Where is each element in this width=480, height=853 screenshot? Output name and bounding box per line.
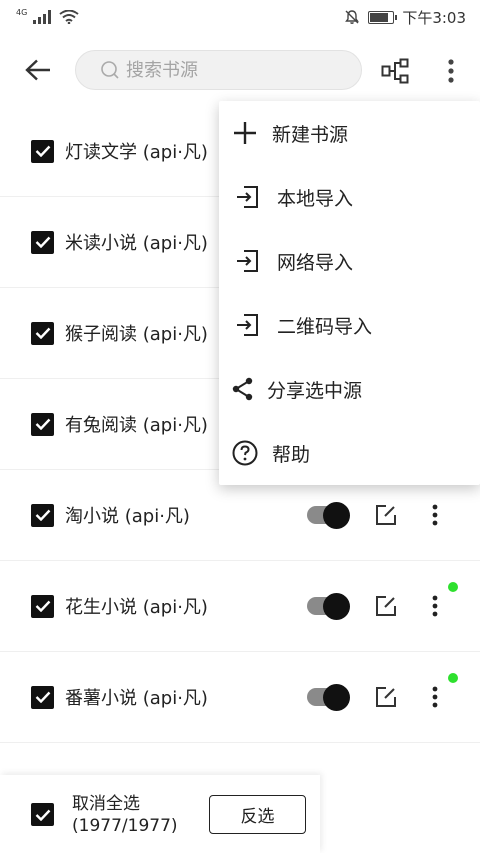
top-app-bar [0, 34, 480, 106]
status-left: 4G [16, 7, 79, 24]
check-icon [35, 809, 50, 821]
source-enable-switch[interactable] [307, 500, 351, 530]
share-icon [230, 376, 256, 402]
network-type: 4G [16, 7, 28, 17]
source-checkbox[interactable] [31, 321, 54, 345]
check-icon [35, 691, 50, 703]
selection-count: (1977/1977) [72, 816, 178, 836]
source-name: 灯读文学 (api·凡) [65, 142, 208, 163]
edit-icon[interactable] [374, 685, 398, 709]
edit-icon[interactable] [374, 503, 398, 527]
source-enable-switch[interactable] [307, 682, 351, 712]
import-icon [234, 184, 260, 210]
switch-thumb [323, 684, 350, 711]
source-checkbox[interactable] [31, 139, 54, 163]
check-icon [35, 145, 50, 157]
menu-item-network-import[interactable]: 网络导入 [219, 229, 480, 293]
menu-label: 帮助 [272, 443, 311, 466]
search-icon [101, 61, 119, 79]
menu-label: 网络导入 [277, 251, 354, 274]
status-dot [448, 582, 458, 592]
menu-item-qrcode-import[interactable]: 二维码导入 [219, 293, 480, 357]
plus-icon [232, 120, 258, 146]
import-icon [234, 312, 260, 338]
source-more-button[interactable] [425, 501, 445, 529]
help-icon [232, 440, 258, 466]
mute-bell-icon [345, 10, 360, 24]
more-vertical-icon [432, 595, 438, 617]
check-icon [35, 327, 50, 339]
source-more-button[interactable] [425, 683, 445, 711]
more-vertical-icon [432, 686, 438, 708]
edit-icon[interactable] [374, 594, 398, 618]
menu-item-share-selected[interactable]: 分享选中源 [219, 357, 480, 421]
status-time: 下午3:03 [402, 8, 466, 27]
select-all-checkbox[interactable] [31, 803, 54, 826]
search-box[interactable] [75, 50, 362, 90]
check-icon [35, 509, 50, 521]
switch-thumb [323, 502, 350, 529]
source-checkbox[interactable] [31, 230, 54, 254]
status-right: 下午3:03 [344, 7, 466, 28]
menu-item-new-source[interactable]: 新建书源 [219, 101, 480, 165]
group-tree-icon [381, 58, 409, 84]
source-name: 猴子阅读 (api·凡) [65, 324, 208, 345]
source-name: 番薯小说 (api·凡) [65, 688, 208, 709]
arrow-left-icon [25, 59, 50, 81]
import-icon [234, 248, 260, 274]
status-dot [448, 673, 458, 683]
group-button[interactable] [380, 56, 410, 86]
back-button[interactable] [18, 54, 58, 86]
status-bar: 4G 下午3:03 [0, 0, 480, 34]
menu-item-help[interactable]: 帮助 [219, 421, 480, 485]
source-checkbox[interactable] [31, 503, 54, 527]
source-enable-switch[interactable] [307, 591, 351, 621]
signal-icon [33, 10, 52, 24]
source-checkbox[interactable] [31, 594, 54, 618]
source-checkbox[interactable] [31, 685, 54, 709]
source-name: 有兔阅读 (api·凡) [65, 415, 208, 436]
menu-label: 二维码导入 [277, 315, 373, 338]
selection-bar: 取消全选 (1977/1977) 反选 [0, 775, 320, 853]
overflow-popup-menu: 新建书源 本地导入 网络导入 二维码导入 分享选中源 帮助 [219, 101, 480, 485]
source-name: 花生小说 (api·凡) [65, 597, 208, 618]
list-item[interactable]: 番薯小说 (api·凡) [0, 652, 480, 743]
list-item[interactable]: 花生小说 (api·凡) [0, 561, 480, 652]
source-more-button[interactable] [425, 592, 445, 620]
check-icon [35, 600, 50, 612]
more-vertical-icon [448, 59, 454, 83]
check-icon [35, 236, 50, 248]
search-input[interactable] [126, 59, 326, 81]
source-checkbox[interactable] [31, 412, 54, 436]
check-icon [35, 418, 50, 430]
switch-thumb [323, 593, 350, 620]
overflow-menu-button[interactable] [440, 56, 462, 86]
menu-label: 本地导入 [277, 187, 354, 210]
more-vertical-icon [432, 504, 438, 526]
menu-item-local-import[interactable]: 本地导入 [219, 165, 480, 229]
battery-icon [368, 10, 398, 24]
select-all-label: 取消全选 (1977/1977) [72, 793, 178, 837]
select-all-text: 取消全选 [72, 794, 140, 814]
invert-selection-button[interactable]: 反选 [209, 795, 306, 834]
source-name: 米读小说 (api·凡) [65, 233, 208, 254]
source-name: 淘小说 (api·凡) [65, 506, 190, 527]
wifi-icon [59, 10, 79, 24]
menu-label: 分享选中源 [267, 379, 363, 402]
menu-label: 新建书源 [272, 123, 349, 146]
